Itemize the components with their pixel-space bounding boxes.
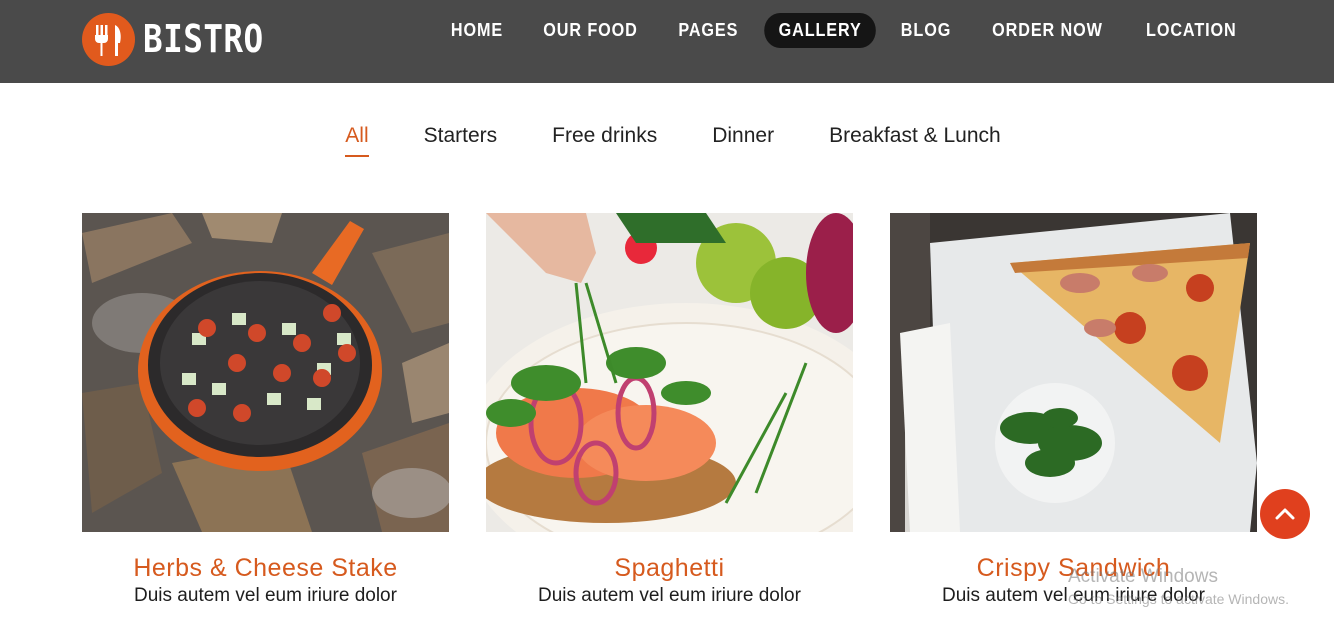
- fork-knife-icon: [82, 12, 135, 66]
- gallery-card[interactable]: Herbs & Cheese Stake Duis autem vel eum …: [82, 213, 449, 607]
- main-nav: HOME OUR FOOD PAGES GALLERY BLOG ORDER N…: [432, 13, 1258, 48]
- gallery-grid: Herbs & Cheese Stake Duis autem vel eum …: [82, 213, 1257, 607]
- gallery-card[interactable]: Crispy Sandwich Duis autem vel eum iriur…: [890, 213, 1257, 607]
- filter-starters[interactable]: Starters: [424, 124, 498, 157]
- nav-order-now[interactable]: ORDER NOW: [978, 13, 1118, 48]
- scroll-to-top-button[interactable]: [1260, 489, 1310, 539]
- gallery-filter-tabs: All Starters Free drinks Dinner Breakfas…: [0, 124, 1334, 157]
- filter-free-drinks[interactable]: Free drinks: [552, 124, 657, 157]
- salmon-salad-plate-photo[interactable]: [486, 213, 853, 532]
- card-description: Duis autem vel eum iriure dolor: [538, 585, 801, 606]
- filter-all[interactable]: All: [345, 124, 369, 157]
- brand-logo[interactable]: BISTRO: [82, 12, 283, 66]
- brand-name: BISTRO: [143, 17, 264, 61]
- filter-dinner[interactable]: Dinner: [712, 124, 774, 157]
- activation-watermark-subtitle: Go to Settings to activate Windows.: [1068, 591, 1289, 607]
- pizza-slice-plate-photo[interactable]: [890, 213, 1257, 532]
- activation-watermark-title: Activate Windows: [1068, 566, 1218, 587]
- chevron-up-icon: [1275, 508, 1295, 520]
- nav-our-food[interactable]: OUR FOOD: [529, 13, 652, 48]
- nav-home[interactable]: HOME: [437, 13, 518, 48]
- nav-location[interactable]: LOCATION: [1132, 13, 1251, 48]
- skillet-on-campfire-photo[interactable]: [82, 213, 449, 532]
- filter-breakfast-lunch[interactable]: Breakfast & Lunch: [829, 124, 1001, 157]
- gallery-card[interactable]: Spaghetti Duis autem vel eum iriure dolo…: [486, 213, 853, 607]
- nav-blog[interactable]: BLOG: [887, 13, 966, 48]
- card-title[interactable]: Spaghetti: [486, 554, 853, 583]
- card-description: Duis autem vel eum iriure dolor: [134, 585, 397, 606]
- site-header: BISTRO HOME OUR FOOD PAGES GALLERY BLOG …: [0, 0, 1334, 83]
- nav-gallery[interactable]: GALLERY: [764, 13, 877, 48]
- nav-pages[interactable]: PAGES: [664, 13, 753, 48]
- card-title[interactable]: Herbs & Cheese Stake: [82, 554, 449, 583]
